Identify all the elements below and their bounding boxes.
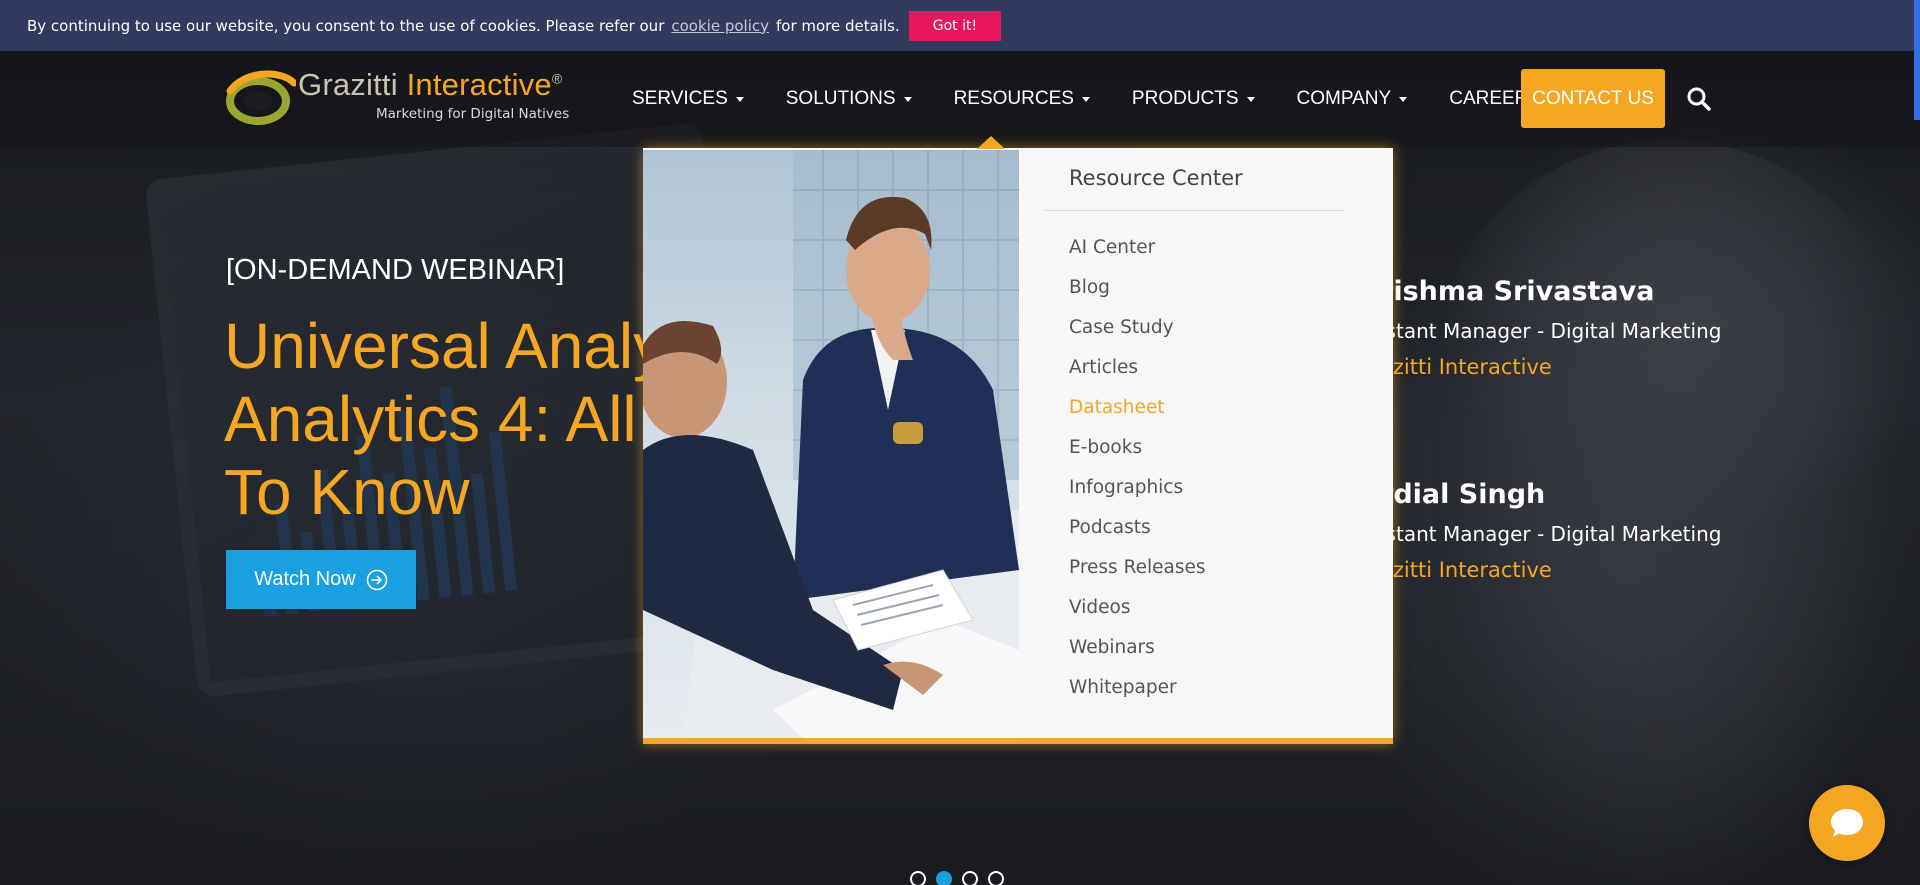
- cookie-text-after: for more details.: [776, 16, 900, 35]
- nav-item-services[interactable]: SERVICES: [632, 88, 744, 110]
- menu-item-case-study[interactable]: Case Study: [1069, 308, 1206, 348]
- logo-swoosh-icon: [226, 70, 296, 125]
- logo-name-part1: Grazitti: [298, 67, 407, 102]
- menu-item-articles[interactable]: Articles: [1069, 348, 1206, 388]
- speaker-company: azitti Interactive: [1380, 355, 1552, 379]
- nav-item-company[interactable]: COMPANY: [1297, 88, 1408, 110]
- chat-bubble-icon: [1831, 809, 1863, 837]
- resource-center-title: Resource Center: [1069, 166, 1243, 190]
- menu-item-infographics[interactable]: Infographics: [1069, 468, 1206, 508]
- speaker-name: rdial Singh: [1380, 479, 1546, 510]
- business-meeting-illustration: [643, 150, 1019, 738]
- dropdown-business-photo: [643, 150, 1019, 738]
- menu-item-datasheet[interactable]: Datasheet: [1069, 388, 1206, 428]
- nav-label: RESOURCES: [953, 88, 1074, 109]
- caret-down-icon: [735, 96, 744, 102]
- menu-item-videos[interactable]: Videos: [1069, 588, 1206, 628]
- nav-label: SOLUTIONS: [785, 88, 896, 109]
- caret-down-icon: [1081, 96, 1090, 102]
- main-nav: SERVICES SOLUTIONS RESOURCES PRODUCTS CO…: [632, 51, 1583, 147]
- carousel-dot[interactable]: [962, 871, 978, 885]
- hero-title-line: Analytics 4: All Y: [224, 383, 654, 455]
- hero-title-line: Universal Analy: [224, 310, 654, 382]
- logo-name-part2: Interactive: [406, 67, 552, 102]
- caret-down-icon: [1399, 96, 1408, 102]
- speaker-role: istant Manager - Digital Marketing: [1380, 522, 1722, 546]
- resource-list: AI Center Blog Case Study Articles Datas…: [1069, 228, 1206, 708]
- menu-item-blog[interactable]: Blog: [1069, 268, 1206, 308]
- cookie-accept-button[interactable]: Got it!: [908, 10, 1002, 41]
- site-header: Grazitti Interactive® Marketing for Digi…: [0, 51, 1920, 147]
- logo-tagline: Marketing for Digital Natives: [376, 106, 570, 122]
- speaker-company: azitti Interactive: [1380, 558, 1552, 582]
- watch-now-button[interactable]: Watch Now: [226, 550, 416, 609]
- menu-item-ai-center[interactable]: AI Center: [1069, 228, 1206, 268]
- nav-item-resources[interactable]: RESOURCES: [954, 88, 1090, 110]
- hero-eyebrow: [ON-DEMAND WEBINAR]: [226, 254, 565, 286]
- speaker-card: rishma Srivastava istant Manager - Digit…: [1380, 276, 1721, 379]
- speaker-name: rishma Srivastava: [1380, 276, 1655, 307]
- menu-item-whitepaper[interactable]: Whitepaper: [1069, 668, 1206, 708]
- hero-title-line: To Know: [224, 456, 470, 528]
- cookie-policy-link[interactable]: cookie policy: [671, 17, 769, 35]
- menu-item-e-books[interactable]: E-books: [1069, 428, 1206, 468]
- logo-registered-mark: ®: [551, 70, 563, 87]
- resource-center-menu: Resource Center AI Center Blog Case Stud…: [1019, 148, 1393, 738]
- speaker-role: istant Manager - Digital Marketing: [1380, 319, 1722, 343]
- watch-now-label: Watch Now: [254, 568, 356, 590]
- dropdown-pointer: [977, 136, 1005, 149]
- menu-divider: [1044, 210, 1344, 211]
- caret-down-icon: [903, 96, 912, 102]
- carousel-dot[interactable]: [988, 871, 1004, 885]
- cookie-consent-bar: By continuing to use our website, you co…: [0, 0, 1920, 51]
- carousel-pager: [910, 871, 1004, 885]
- logo[interactable]: Grazitti Interactive® Marketing for Digi…: [224, 67, 569, 127]
- caret-down-icon: [1246, 96, 1255, 102]
- menu-item-press-releases[interactable]: Press Releases: [1069, 548, 1206, 588]
- logo-wordmark: Grazitti Interactive®: [298, 67, 562, 103]
- contact-us-button[interactable]: CONTACT US: [1521, 69, 1665, 128]
- speaker-card: rdial Singh istant Manager - Digital Mar…: [1380, 479, 1721, 582]
- menu-item-podcasts[interactable]: Podcasts: [1069, 508, 1206, 548]
- scrollbar-thumb[interactable]: [1914, 0, 1920, 120]
- cookie-text: By continuing to use our website, you co…: [27, 16, 665, 35]
- carousel-dot[interactable]: [910, 871, 926, 885]
- chat-widget-button[interactable]: [1809, 785, 1885, 861]
- arrow-circle-right-icon: [366, 569, 388, 590]
- nav-label: SERVICES: [632, 88, 728, 109]
- search-icon[interactable]: [1686, 86, 1712, 112]
- resources-dropdown: Resource Center AI Center Blog Case Stud…: [643, 148, 1393, 744]
- nav-label: PRODUCTS: [1131, 88, 1239, 109]
- carousel-dot-active[interactable]: [936, 871, 952, 885]
- menu-item-webinars[interactable]: Webinars: [1069, 628, 1206, 668]
- nav-item-products[interactable]: PRODUCTS: [1132, 88, 1255, 110]
- hero-title: Universal Analy Analytics 4: All Y To Kn…: [224, 310, 654, 529]
- nav-item-solutions[interactable]: SOLUTIONS: [786, 88, 912, 110]
- nav-label: COMPANY: [1296, 88, 1392, 109]
